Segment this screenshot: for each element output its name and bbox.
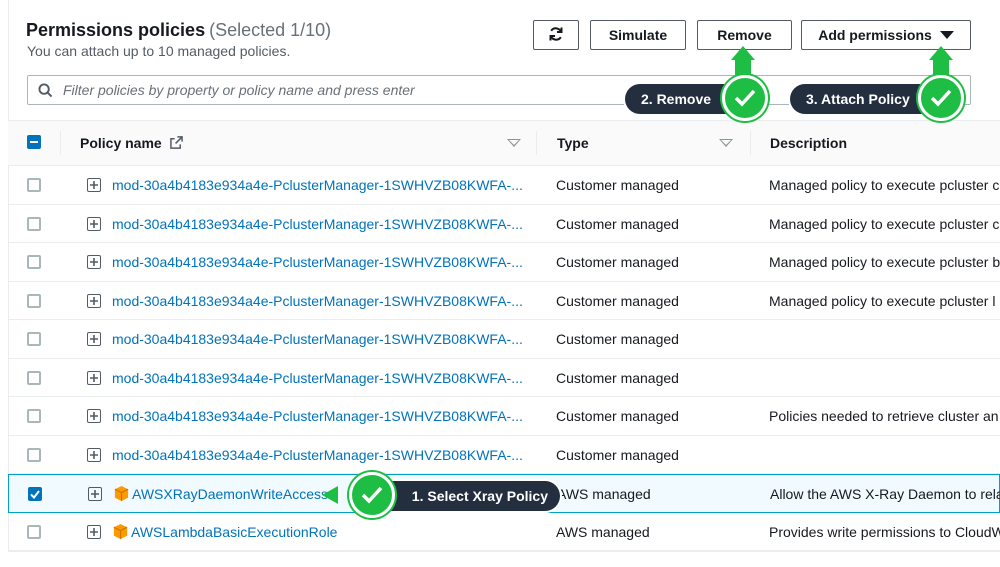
table-row[interactable]: mod-30a4b4183e934a4e-PclusterManager-1SW… — [8, 397, 1000, 436]
step-1-callout: 1. Select Xray Policy — [372, 481, 560, 511]
aws-managed-policy-icon — [113, 485, 130, 507]
title-text: Permissions policies — [26, 20, 206, 40]
policy-description: Managed policy to execute pcluster c — [769, 177, 1000, 193]
table-row[interactable]: mod-30a4b4183e934a4e-PclusterManager-1SW… — [8, 205, 1000, 243]
step-3-label: 3. Attach Policy — [806, 91, 910, 107]
row-checkbox[interactable] — [27, 293, 41, 308]
column-header-type[interactable]: Type — [557, 135, 589, 151]
column-divider — [60, 131, 61, 155]
add-permissions-label: Add permissions — [818, 27, 932, 43]
search-icon — [38, 82, 53, 98]
caret-down-icon — [939, 31, 954, 39]
policy-name-link[interactable]: mod-30a4b4183e934a4e-PclusterManager-1SW… — [112, 177, 523, 193]
expand-row-icon[interactable] — [87, 332, 101, 346]
policy-name-link[interactable]: mod-30a4b4183e934a4e-PclusterManager-1SW… — [112, 254, 523, 270]
step-1-pointer-arrow — [322, 486, 338, 504]
column-header-description[interactable]: Description — [770, 135, 847, 151]
panel-header: Permissions policies (Selected 1/10) — [26, 20, 331, 41]
row-checkbox[interactable] — [27, 216, 41, 231]
policy-type: AWS managed — [556, 523, 650, 540]
simulate-button[interactable]: Simulate — [590, 20, 686, 50]
policy-name-link[interactable]: AWSLambdaBasicExecutionRole — [131, 524, 523, 540]
policy-description: Allow the AWS X-Ray Daemon to rela — [770, 486, 1000, 502]
table-row[interactable]: mod-30a4b4183e934a4e-PclusterManager-1SW… — [8, 436, 1000, 474]
simulate-label: Simulate — [608, 27, 668, 43]
refresh-button[interactable] — [533, 20, 579, 50]
policy-type: Customer managed — [556, 369, 679, 386]
remove-pointer-arrow — [731, 46, 755, 60]
step-1-label: 1. Select Xray Policy — [411, 488, 548, 504]
row-checkbox[interactable] — [27, 178, 41, 192]
policy-name-link[interactable]: mod-30a4b4183e934a4e-PclusterManager-1SW… — [112, 447, 523, 463]
checkmark-icon — [30, 489, 40, 499]
expand-row-icon[interactable] — [87, 178, 101, 192]
table-row[interactable]: mod-30a4b4183e934a4e-PclusterManager-1SW… — [8, 166, 1000, 205]
policy-description: Managed policy to execute pcluster c — [769, 215, 1000, 232]
policy-type: Customer managed — [556, 292, 679, 309]
expand-row-icon[interactable] — [87, 370, 101, 385]
table-row[interactable]: mod-30a4b4183e934a4e-PclusterManager-1SW… — [8, 243, 1000, 282]
expand-row-icon[interactable] — [87, 409, 101, 423]
expand-row-icon[interactable] — [87, 524, 101, 539]
expand-row-icon[interactable] — [87, 216, 101, 231]
policy-name-link[interactable]: mod-30a4b4183e934a4e-PclusterManager-1SW… — [112, 331, 523, 347]
policy-name-link[interactable]: mod-30a4b4183e934a4e-PclusterManager-1SW… — [112, 370, 523, 386]
filter-input[interactable] — [61, 81, 621, 99]
row-checkbox[interactable] — [27, 332, 41, 346]
step-2-check-icon — [722, 75, 768, 121]
panel-subtitle: You can attach up to 10 managed policies… — [27, 43, 291, 59]
step-1-check-icon — [349, 472, 395, 518]
sort-policy-name-icon[interactable] — [507, 139, 521, 147]
policy-description: Provides write permissions to CloudW — [769, 523, 1000, 540]
policy-type: Customer managed — [556, 254, 679, 270]
row-checkbox[interactable] — [27, 255, 41, 269]
row-checkbox[interactable] — [27, 409, 41, 423]
policy-type: Customer managed — [556, 215, 679, 232]
aws-managed-policy-icon — [112, 523, 129, 545]
column-header-policy-name[interactable]: Policy name — [80, 135, 183, 152]
page-title: Permissions policies (Selected 1/10) — [26, 20, 331, 40]
expand-row-icon[interactable] — [87, 293, 101, 308]
row-checkbox[interactable] — [28, 487, 42, 501]
policy-name-link[interactable]: mod-30a4b4183e934a4e-PclusterManager-1SW… — [112, 408, 523, 424]
sort-type-icon[interactable] — [719, 139, 733, 147]
expand-row-icon[interactable] — [87, 447, 101, 462]
policy-type: AWS managed — [557, 486, 651, 502]
policy-name-link[interactable]: mod-30a4b4183e934a4e-PclusterManager-1SW… — [112, 293, 523, 309]
expand-row-icon[interactable] — [87, 255, 101, 269]
policy-type: Customer managed — [556, 408, 679, 424]
table-row[interactable]: mod-30a4b4183e934a4e-PclusterManager-1SW… — [8, 320, 1000, 359]
policy-type: Customer managed — [556, 331, 679, 347]
table-row[interactable]: AWSLambdaBasicExecutionRole AWS managed Pr… — [8, 513, 1000, 551]
table-header: Policy name Type Description — [8, 120, 1000, 166]
row-checkbox[interactable] — [27, 524, 41, 539]
policy-description: Managed policy to execute pcluster l — [769, 292, 996, 309]
table-row[interactable]: mod-30a4b4183e934a4e-PclusterManager-1SW… — [8, 359, 1000, 397]
row-checkbox[interactable] — [27, 370, 41, 385]
column-divider — [536, 131, 537, 155]
policy-type: Customer managed — [556, 177, 679, 193]
step-2-label: 2. Remove — [641, 91, 712, 107]
select-all-checkbox[interactable] — [27, 135, 41, 149]
step-3-check-icon — [918, 75, 964, 121]
remove-label: Remove — [717, 27, 772, 43]
expand-row-icon[interactable] — [88, 487, 102, 501]
policy-description: Policies needed to retrieve cluster an — [769, 408, 999, 424]
selection-count: (Selected 1/10) — [209, 20, 332, 40]
add-pointer-arrow — [929, 46, 953, 60]
column-divider — [750, 131, 751, 155]
policy-name-header-label: Policy name — [80, 135, 162, 151]
table-row[interactable]: mod-30a4b4183e934a4e-PclusterManager-1SW… — [8, 282, 1000, 320]
policy-name-link[interactable]: mod-30a4b4183e934a4e-PclusterManager-1SW… — [112, 216, 523, 232]
refresh-icon — [548, 26, 564, 45]
policy-description: Managed policy to execute pcluster b — [769, 254, 1000, 270]
policy-type: Customer managed — [556, 446, 679, 463]
row-checkbox[interactable] — [27, 447, 41, 462]
external-link-icon — [169, 136, 183, 152]
